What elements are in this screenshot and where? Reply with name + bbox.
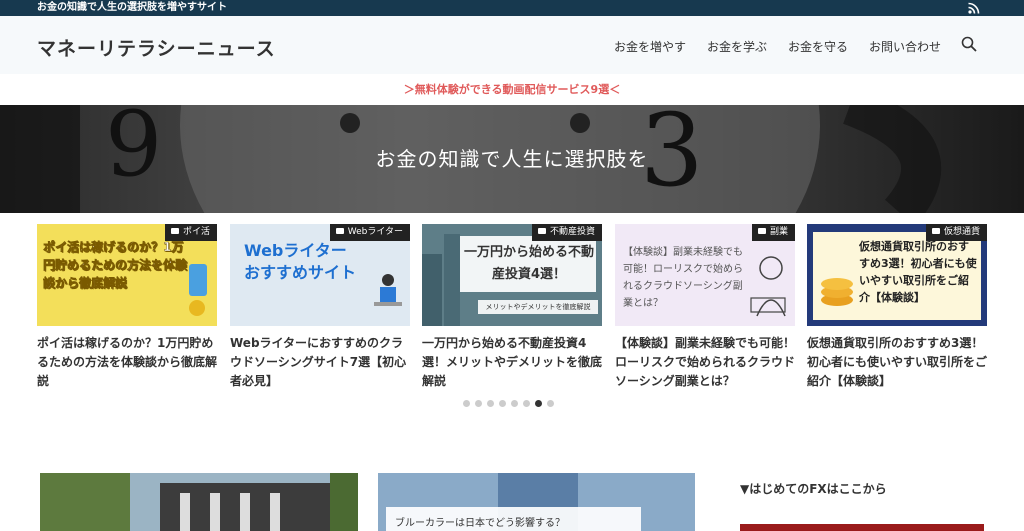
carousel-dot[interactable] bbox=[463, 400, 470, 407]
main-nav: お金を増やす お金を学ぶ お金を守る お問い合わせ bbox=[593, 38, 941, 55]
person-illustration bbox=[374, 274, 402, 306]
card-title[interactable]: ポイ活は稼げるのか？1万円貯めるための方法を体験談から徹底解説 bbox=[37, 334, 217, 391]
carousel-dot[interactable] bbox=[499, 400, 506, 407]
category-label: 仮想通貨 bbox=[943, 227, 980, 237]
sidebar-banner[interactable] bbox=[740, 524, 984, 531]
carousel-card[interactable]: 【体験談】副業未経験でも可能！ローリスクで始められるクラウドソーシング副業とは？… bbox=[615, 224, 795, 391]
woman-illustration bbox=[750, 256, 786, 317]
category-label: 不動産投資 bbox=[549, 227, 595, 237]
folder-icon bbox=[335, 228, 344, 234]
nav-item-protect[interactable]: お金を守る bbox=[788, 38, 848, 55]
card-thumbnail[interactable]: Webライター おすすめサイト Webライター bbox=[230, 224, 410, 326]
card-thumbnail[interactable]: ポイ活は稼げるのか？1万円貯めるための方法を体験談から徹底解説 ポイ活 bbox=[37, 224, 217, 326]
category-label: 副業 bbox=[769, 227, 788, 237]
rss-icon[interactable] bbox=[968, 2, 980, 14]
carousel-card[interactable]: 仮想通貨取引所のおすすめ3選！初心者にも使いやすい取引所をご紹介【体験談】 仮想… bbox=[807, 224, 987, 391]
nav-item-increase[interactable]: お金を増やす bbox=[614, 38, 686, 55]
thumbnail-text: 仮想通貨取引所のおすすめ3選！初心者にも使いやすい取引所をご紹介【体験談】 bbox=[859, 240, 977, 304]
carousel-dot[interactable] bbox=[535, 400, 542, 407]
thumbnail-text: 一万円から始める不動産投資4選！ bbox=[464, 245, 595, 282]
folder-icon bbox=[170, 228, 179, 234]
carousel-dot[interactable] bbox=[475, 400, 482, 407]
carousel-dot[interactable] bbox=[547, 400, 554, 407]
notice-text[interactable]: ＞無料体験ができる動画配信サービス9選＜ bbox=[404, 83, 620, 96]
top-bar: お金の知識で人生の選択肢を増やすサイト bbox=[0, 0, 1024, 16]
folder-icon bbox=[757, 228, 766, 234]
thumbnail-text: ポイ活は稼げるのか？1万円貯めるための方法を体験談から徹底解説 bbox=[43, 240, 188, 291]
hero-banner: 9 3 お金の知識で人生に選択肢を bbox=[0, 105, 1024, 213]
site-header: マネーリテラシーニュース お金を増やす お金を学ぶ お金を守る お問い合わせ bbox=[0, 16, 1024, 74]
category-label: Webライター bbox=[347, 227, 403, 237]
sidebar-heading: ▼はじめてのFXはここから bbox=[740, 482, 887, 496]
carousel-dot[interactable] bbox=[511, 400, 518, 407]
carousel-dots bbox=[463, 400, 554, 407]
card-thumbnail[interactable]: 一万円から始める不動産投資4選！ メリットやデメリットを徹底解説 不動産投資 bbox=[422, 224, 602, 326]
thumbnail-text: Webライター おすすめサイト bbox=[244, 241, 357, 282]
card-title[interactable]: 一万円から始める不動産投資4選！メリットやデメリットを徹底解説 bbox=[422, 334, 602, 391]
category-badge[interactable]: 副業 bbox=[751, 224, 795, 241]
thumbnail-subtext: メリットやデメリットを徹底解説 bbox=[478, 300, 598, 314]
phone-illustration bbox=[189, 264, 207, 316]
article-thumbnail[interactable] bbox=[40, 473, 358, 531]
category-label: ポイ活 bbox=[182, 227, 210, 237]
carousel-card[interactable]: ポイ活は稼げるのか？1万円貯めるための方法を体験談から徹底解説 ポイ活 ポイ活は… bbox=[37, 224, 217, 391]
carousel-dot[interactable] bbox=[487, 400, 494, 407]
article-caption[interactable]: ブルーカラーは日本でどう影響する？ bbox=[386, 507, 641, 531]
nav-item-learn[interactable]: お金を学ぶ bbox=[707, 38, 767, 55]
category-badge[interactable]: 不動産投資 bbox=[531, 224, 602, 241]
hero-text: お金の知識で人生に選択肢を bbox=[375, 147, 649, 171]
carousel-card[interactable]: Webライター おすすめサイト Webライター Webライターにおすすめのクラウ… bbox=[230, 224, 410, 391]
card-title[interactable]: 仮想通貨取引所のおすすめ3選！初心者にも使いやすい取引所をご紹介【体験談】 bbox=[807, 334, 987, 391]
folder-icon bbox=[931, 228, 940, 234]
notice-banner[interactable]: ＞無料体験ができる動画配信サービス9選＜ bbox=[0, 74, 1024, 105]
featured-carousel: ポイ活は稼げるのか？1万円貯めるための方法を体験談から徹底解説 ポイ活 ポイ活は… bbox=[37, 224, 987, 394]
folder-icon bbox=[537, 228, 546, 234]
category-badge[interactable]: ポイ活 bbox=[164, 224, 217, 241]
card-title[interactable]: Webライターにおすすめのクラウドソーシングサイト7選【初心者必見】 bbox=[230, 334, 410, 391]
category-badge[interactable]: 仮想通貨 bbox=[925, 224, 987, 241]
search-icon[interactable] bbox=[961, 36, 977, 52]
building-image bbox=[40, 473, 358, 531]
site-tagline: お金の知識で人生の選択肢を増やすサイト bbox=[37, 2, 227, 13]
thumbnail-text: 【体験談】副業未経験でも可能！ローリスクで始められるクラウドソーシング副業とは？ bbox=[623, 247, 743, 309]
coins-illustration bbox=[821, 278, 853, 306]
carousel-dot[interactable] bbox=[523, 400, 530, 407]
category-badge[interactable]: Webライター bbox=[329, 224, 410, 241]
card-title[interactable]: 【体験談】副業未経験でも可能！ローリスクで始められるクラウドソーシング副業とは？ bbox=[615, 334, 795, 391]
carousel-card[interactable]: 一万円から始める不動産投資4選！ メリットやデメリットを徹底解説 不動産投資 一… bbox=[422, 224, 602, 391]
card-thumbnail[interactable]: 【体験談】副業未経験でも可能！ローリスクで始められるクラウドソーシング副業とは？… bbox=[615, 224, 795, 326]
nav-item-contact[interactable]: お問い合わせ bbox=[869, 38, 941, 55]
site-title[interactable]: マネーリテラシーニュース bbox=[37, 34, 276, 61]
card-thumbnail[interactable]: 仮想通貨取引所のおすすめ3選！初心者にも使いやすい取引所をご紹介【体験談】 仮想… bbox=[807, 224, 987, 326]
article-thumbnail[interactable]: ブルーカラーは日本でどう影響する？ bbox=[378, 473, 695, 531]
